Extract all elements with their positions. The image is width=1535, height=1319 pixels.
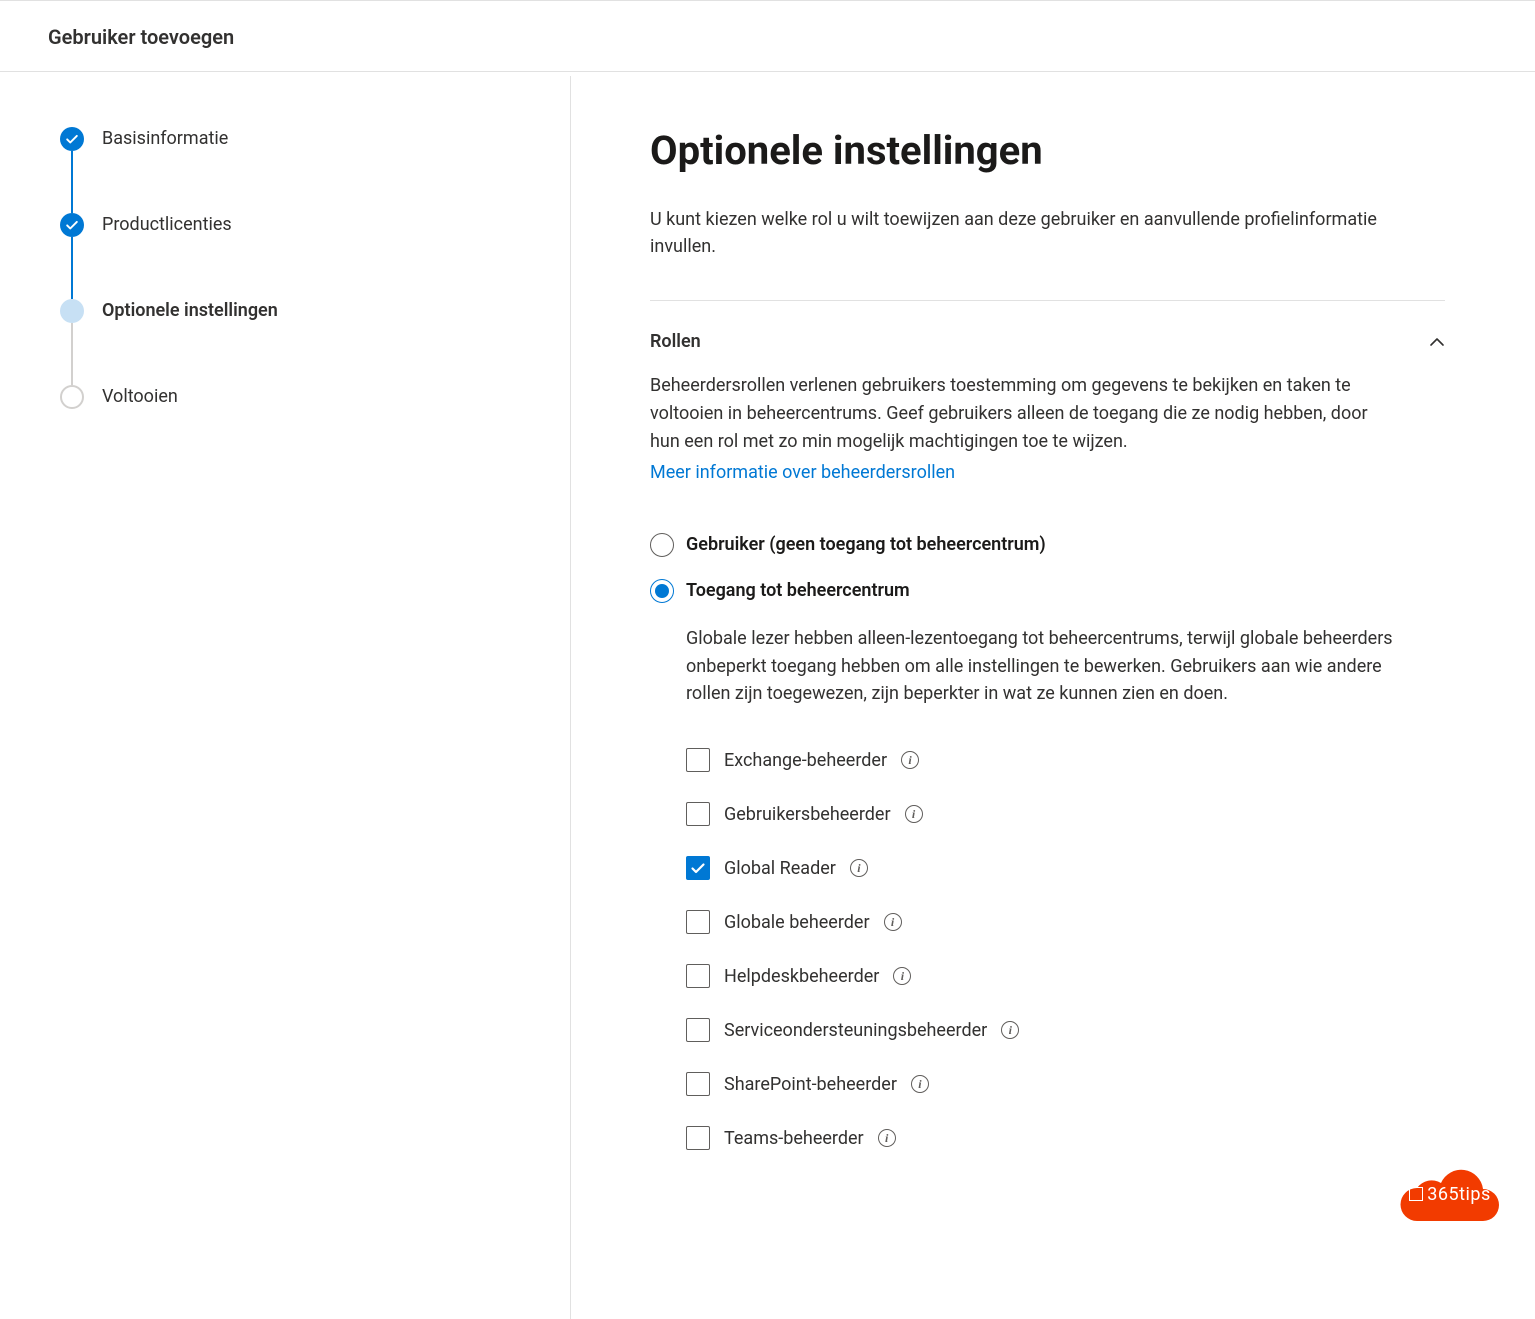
info-icon[interactable]: i xyxy=(905,805,923,823)
info-icon[interactable]: i xyxy=(911,1075,929,1093)
chevron-up-icon xyxy=(1429,334,1445,350)
roles-accordion-header[interactable]: Rollen xyxy=(650,301,1445,372)
wizard-stepper: Basisinformatie Productlicenties Optione… xyxy=(0,72,570,1240)
checkbox-icon[interactable] xyxy=(686,1126,710,1150)
page-description: U kunt kiezen welke rol u wilt toewijzen… xyxy=(650,206,1420,260)
watermark-365tips: 365tips xyxy=(1395,1159,1505,1229)
step-label: Voltooien xyxy=(84,385,178,409)
page-title: Optionele instellingen xyxy=(650,127,1445,174)
watermark-text: 365tips xyxy=(1409,1184,1491,1205)
info-icon[interactable]: i xyxy=(1001,1021,1019,1039)
main-panel: Optionele instellingen U kunt kiezen wel… xyxy=(570,72,1535,1240)
step-indicator-current-icon xyxy=(60,299,84,323)
checkbox-label: Exchange-beheerder xyxy=(710,750,887,771)
roles-learn-more-link[interactable]: Meer informatie over beheerdersrollen xyxy=(650,462,955,483)
checkbox-label: Teams-beheerder xyxy=(710,1128,864,1149)
info-icon[interactable]: i xyxy=(850,859,868,877)
role-teams-beheerder[interactable]: Teams-beheerder i xyxy=(686,1126,1445,1150)
step-productlicenties[interactable]: Productlicenties xyxy=(60,213,522,299)
radio-label: Gebruiker (geen toegang tot beheercentru… xyxy=(674,534,1046,555)
step-basisinformatie[interactable]: Basisinformatie xyxy=(60,127,522,213)
role-helpdeskbeheerder[interactable]: Helpdeskbeheerder i xyxy=(686,964,1445,988)
step-indicator-complete-icon xyxy=(60,127,84,151)
checkbox-icon[interactable] xyxy=(686,748,710,772)
radio-user-no-access[interactable]: Gebruiker (geen toegang tot beheercentru… xyxy=(650,533,1445,557)
checkbox-icon[interactable] xyxy=(686,1018,710,1042)
admin-access-description: Globale lezer hebben alleen-lezentoegang… xyxy=(650,625,1410,709)
checkbox-icon[interactable] xyxy=(686,964,710,988)
radio-selected-icon[interactable] xyxy=(650,579,674,603)
checkbox-label: Globale beheerder xyxy=(710,912,870,933)
info-icon[interactable]: i xyxy=(884,913,902,931)
office-logo-icon xyxy=(1409,1187,1423,1201)
panel-header-title: Gebruiker toevoegen xyxy=(48,25,1487,49)
info-icon[interactable]: i xyxy=(901,751,919,769)
admin-roles-list: Exchange-beheerder i Gebruikersbeheerder… xyxy=(650,748,1445,1150)
radio-admin-access[interactable]: Toegang tot beheercentrum xyxy=(650,579,1445,603)
step-indicator-complete-icon xyxy=(60,213,84,237)
role-global-reader[interactable]: Global Reader i xyxy=(686,856,1445,880)
step-label: Optionele instellingen xyxy=(84,299,278,323)
check-icon xyxy=(65,132,79,146)
checkbox-checked-icon[interactable] xyxy=(686,856,710,880)
step-voltooien[interactable]: Voltooien xyxy=(60,385,522,409)
checkbox-icon[interactable] xyxy=(686,1072,710,1096)
checkbox-label: Global Reader xyxy=(710,858,836,879)
role-serviceondersteuningsbeheerder[interactable]: Serviceondersteuningsbeheerder i xyxy=(686,1018,1445,1042)
checkbox-label: SharePoint-beheerder xyxy=(710,1074,897,1095)
role-globale-beheerder[interactable]: Globale beheerder i xyxy=(686,910,1445,934)
check-icon xyxy=(690,860,706,876)
role-sharepoint-beheerder[interactable]: SharePoint-beheerder i xyxy=(686,1072,1445,1096)
radio-icon[interactable] xyxy=(650,533,674,557)
checkbox-icon[interactable] xyxy=(686,910,710,934)
panel-header: Gebruiker toevoegen xyxy=(0,1,1535,72)
radio-label: Toegang tot beheercentrum xyxy=(674,580,910,601)
checkbox-label: Gebruikersbeheerder xyxy=(710,804,891,825)
roles-description: Beheerdersrollen verlenen gebruikers toe… xyxy=(650,372,1390,456)
role-gebruikersbeheerder[interactable]: Gebruikersbeheerder i xyxy=(686,802,1445,826)
step-label: Productlicenties xyxy=(84,213,232,237)
checkbox-icon[interactable] xyxy=(686,802,710,826)
info-icon[interactable]: i xyxy=(893,967,911,985)
step-label: Basisinformatie xyxy=(84,127,228,151)
info-icon[interactable]: i xyxy=(878,1129,896,1147)
step-optionele-instellingen[interactable]: Optionele instellingen xyxy=(60,299,522,385)
watermark-label: 365tips xyxy=(1427,1184,1491,1205)
check-icon xyxy=(65,218,79,232)
roles-section-title: Rollen xyxy=(650,331,701,352)
step-indicator-upcoming-icon xyxy=(60,385,84,409)
step-connector xyxy=(71,151,73,213)
step-connector xyxy=(71,237,73,299)
step-connector xyxy=(71,323,73,385)
checkbox-label: Serviceondersteuningsbeheerder xyxy=(710,1020,987,1041)
vertical-divider xyxy=(570,76,571,1319)
role-exchange-beheerder[interactable]: Exchange-beheerder i xyxy=(686,748,1445,772)
checkbox-label: Helpdeskbeheerder xyxy=(710,966,879,987)
